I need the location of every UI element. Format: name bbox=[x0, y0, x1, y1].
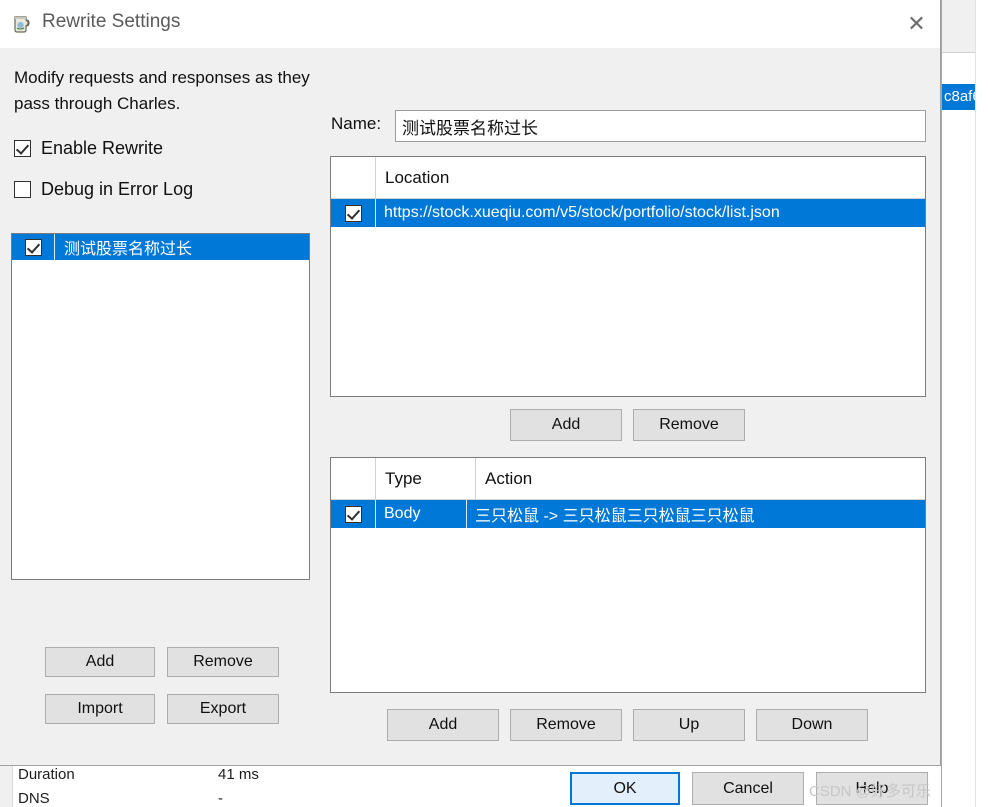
action-remove-button[interactable]: Remove bbox=[510, 709, 622, 741]
location-header-location: Location bbox=[385, 167, 450, 187]
charles-jug-icon bbox=[14, 16, 30, 33]
sets-remove-button[interactable]: Remove bbox=[167, 647, 279, 677]
column-divider bbox=[54, 234, 55, 260]
close-icon[interactable]: ✕ bbox=[893, 0, 940, 48]
rule-checkbox[interactable] bbox=[24, 238, 42, 256]
rewrite-sets-list[interactable]: 测试股票名称过长 bbox=[11, 233, 310, 580]
location-row-checkbox[interactable] bbox=[344, 204, 362, 222]
action-header-action: Action bbox=[485, 468, 533, 488]
action-table-header: Type Action bbox=[331, 458, 925, 500]
debug-error-log-checkbox[interactable] bbox=[14, 181, 31, 198]
intro-text: Modify requests and responses as they pa… bbox=[14, 68, 310, 113]
action-type-cell: Body bbox=[384, 505, 421, 522]
location-table[interactable]: Location https://stock.xueqiu.com/v5/sto… bbox=[330, 156, 926, 397]
location-add-button[interactable]: Add bbox=[510, 409, 622, 441]
dialog-titlebar: Rewrite Settings ✕ bbox=[0, 0, 940, 48]
location-cell: https://stock.xueqiu.com/v5/stock/portfo… bbox=[384, 204, 780, 221]
background-detail-label-dns: DNS bbox=[18, 790, 50, 807]
dialog-body: Modify requests and responses as they pa… bbox=[0, 48, 940, 805]
column-divider bbox=[375, 199, 376, 227]
table-row[interactable]: Body 三只松鼠 -> 三只松鼠三只松鼠三只松鼠 bbox=[331, 500, 925, 528]
column-divider bbox=[375, 500, 376, 528]
action-row-checkbox[interactable] bbox=[344, 505, 362, 523]
watermark: CSDN @好多可乐 bbox=[809, 783, 931, 800]
enable-rewrite-checkbox[interactable] bbox=[14, 140, 31, 157]
action-up-button[interactable]: Up bbox=[633, 709, 745, 741]
screen: Duration 41 ms DNS - c8af6 Rewrite Setti… bbox=[0, 0, 988, 807]
background-scrollbar[interactable] bbox=[975, 0, 988, 807]
action-row-checkbox-cell[interactable] bbox=[331, 505, 375, 523]
dialog-title: Rewrite Settings bbox=[42, 11, 181, 32]
location-remove-button[interactable]: Remove bbox=[633, 409, 745, 441]
action-table[interactable]: Type Action Body 三只松鼠 -> 三只松鼠三只松鼠三只松鼠 bbox=[330, 457, 926, 693]
sets-import-button[interactable]: Import bbox=[45, 694, 155, 724]
list-item[interactable]: 测试股票名称过长 bbox=[12, 234, 309, 260]
sets-add-button[interactable]: Add bbox=[45, 647, 155, 677]
name-label: Name: bbox=[331, 114, 382, 133]
enable-rewrite-label: Enable Rewrite bbox=[41, 138, 164, 158]
action-header-type: Type bbox=[385, 468, 422, 488]
background-detail-value-dns: - bbox=[218, 790, 223, 807]
background-detail-value-duration: 41 ms bbox=[218, 766, 259, 783]
ok-button[interactable]: OK bbox=[570, 772, 680, 805]
action-description-cell: 三只松鼠 -> 三只松鼠三只松鼠三只松鼠 bbox=[475, 508, 755, 525]
rule-name-label: 测试股票名称过长 bbox=[64, 241, 193, 258]
sets-export-button[interactable]: Export bbox=[167, 694, 279, 724]
location-table-header: Location bbox=[331, 157, 925, 199]
enable-rewrite-checkbox-row[interactable]: Enable Rewrite bbox=[14, 138, 163, 159]
debug-error-log-label: Debug in Error Log bbox=[41, 179, 194, 199]
table-row[interactable]: https://stock.xueqiu.com/v5/stock/portfo… bbox=[331, 199, 925, 227]
name-input[interactable] bbox=[395, 110, 926, 142]
action-down-button[interactable]: Down bbox=[756, 709, 868, 741]
debug-error-log-checkbox-row[interactable]: Debug in Error Log bbox=[14, 179, 193, 200]
rewrite-settings-dialog: Rewrite Settings ✕ Modify requests and r… bbox=[0, 0, 941, 805]
location-row-checkbox-cell[interactable] bbox=[331, 204, 375, 222]
column-divider bbox=[466, 500, 467, 528]
action-add-button[interactable]: Add bbox=[387, 709, 499, 741]
rule-checkbox-cell[interactable] bbox=[12, 238, 54, 256]
cancel-button[interactable]: Cancel bbox=[692, 772, 804, 805]
background-left-strip bbox=[0, 766, 13, 807]
background-detail-label-duration: Duration bbox=[18, 766, 75, 783]
